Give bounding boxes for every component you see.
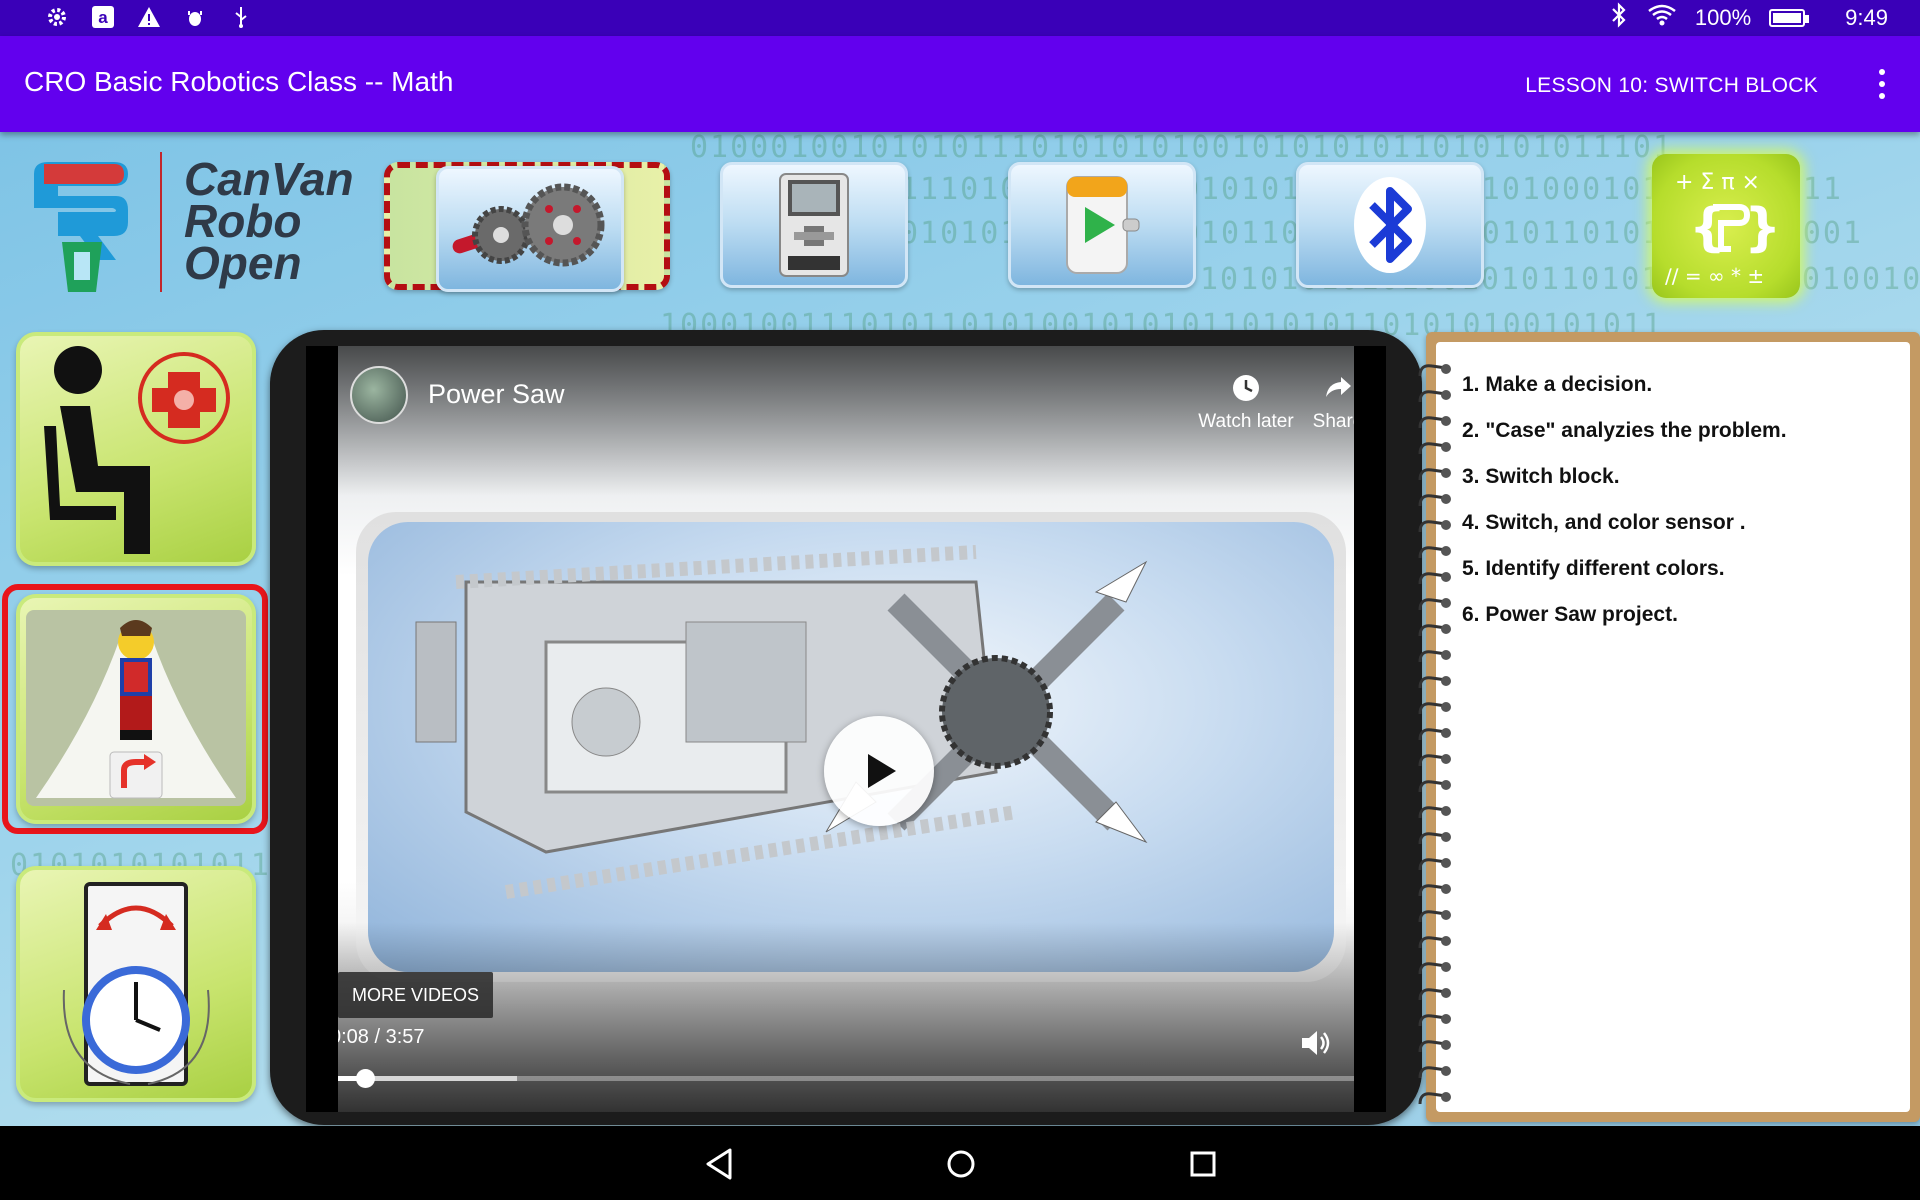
notebook-ring <box>1418 390 1451 403</box>
amazon-icon: a <box>90 5 116 31</box>
share-icon <box>1326 377 1351 397</box>
battery-percent: 100% <box>1694 5 1752 30</box>
cro-logo: CanVan Robo Open <box>16 152 366 302</box>
more-vert-icon[interactable] <box>1870 64 1894 104</box>
notebook-ring <box>1418 702 1451 715</box>
notebook-ring <box>1418 1092 1451 1105</box>
warning-icon <box>136 5 162 31</box>
notebook-ring <box>1418 676 1451 689</box>
lesson-step: 4. Switch, and color sensor . <box>1462 511 1746 534</box>
gear-icon <box>44 5 70 31</box>
app-title: CRO Basic Robotics Class -- Math <box>24 66 454 97</box>
lesson-step: 6. Power Saw project. <box>1462 603 1678 626</box>
notebook-ring <box>1418 988 1451 1001</box>
video-progress-bar[interactable] <box>338 1069 1354 1088</box>
ev3-brick-button[interactable] <box>720 162 908 288</box>
status-bar: a 100% 9:49 <box>0 0 1920 36</box>
content-area: 0100010010101011101010101001010101011010… <box>0 132 1920 1126</box>
minifig-turn-icon <box>26 610 246 806</box>
math-formula-icon: + Σ π × ∕∕ = ∞ * ± { } <box>1665 170 1781 288</box>
lesson-step: 3. Switch block. <box>1462 465 1620 488</box>
notebook-ring <box>1418 494 1451 507</box>
seated-person-icon <box>44 346 230 554</box>
share-label: Share <box>1312 411 1354 432</box>
more-videos-button[interactable]: MORE VIDEOS <box>338 972 494 1018</box>
formula-button[interactable]: + Σ π × ∕∕ = ∞ * ± { } <box>1652 154 1800 298</box>
app-bar: CRO Basic Robotics Class -- Math LESSON … <box>0 36 1920 132</box>
driver-mode-button[interactable] <box>16 332 256 566</box>
notebook-ring <box>1418 624 1451 637</box>
lesson-notebook: 1. Make a decision. 2. "Case" analyzies … <box>1418 332 1920 1122</box>
video-time: 0:08 / 3:57 <box>338 1026 425 1048</box>
play-button[interactable] <box>824 716 934 826</box>
notebook-ring <box>1418 754 1451 767</box>
notebook-ring <box>1418 1066 1451 1079</box>
back-icon[interactable] <box>700 1144 740 1184</box>
wifi-icon <box>1647 3 1677 33</box>
video-title[interactable]: Power Saw <box>428 379 565 410</box>
volume-icon[interactable] <box>1298 1026 1332 1060</box>
system-nav-bar <box>0 1126 1920 1200</box>
channel-avatar[interactable] <box>350 366 408 424</box>
notebook-ring <box>1418 598 1451 611</box>
notebook-ring <box>1418 832 1451 845</box>
play-program-icon <box>1066 176 1140 274</box>
usb-icon <box>228 5 254 31</box>
bluetooth-icon <box>1609 2 1629 34</box>
bluetooth-button[interactable] <box>1296 162 1484 288</box>
lesson-steps: 1. Make a decision. 2. "Case" analyzies … <box>1462 362 1787 638</box>
notebook-ring <box>1418 416 1451 429</box>
video-area: Power Saw Watch later Share MORE VIDEOS … <box>338 346 1354 1112</box>
notebook-ring <box>1418 650 1451 663</box>
notebook-ring <box>1418 858 1451 871</box>
cro-logo-mark <box>34 162 128 292</box>
recents-icon[interactable] <box>1183 1144 1223 1184</box>
clock-rotation-icon <box>62 882 210 1086</box>
logo-divider <box>160 152 162 292</box>
notebook-ring <box>1418 806 1451 819</box>
clockwise-rotation-button[interactable] <box>16 866 256 1102</box>
notebook-ring <box>1418 728 1451 741</box>
minifig-turn-button[interactable] <box>16 594 256 824</box>
clock: 9:49 <box>1845 5 1888 30</box>
home-icon[interactable] <box>941 1144 981 1184</box>
share-button[interactable]: Share <box>1298 373 1354 433</box>
notebook-ring <box>1418 884 1451 897</box>
bluetooth-icon <box>1354 177 1426 273</box>
lesson-step: 5. Identify different colors. <box>1462 557 1725 580</box>
notebook-ring <box>1418 442 1451 455</box>
clock-icon <box>1233 375 1259 401</box>
notebook-ring <box>1418 520 1451 533</box>
watch-later-button[interactable]: Watch later <box>1196 373 1296 433</box>
android-debug-icon <box>182 5 208 31</box>
lesson-title[interactable]: LESSON 10: SWITCH BLOCK <box>1525 74 1818 98</box>
binary-decoration: 0100010010101011101010101001010101011010… <box>690 132 1674 165</box>
gears-icon <box>452 183 605 267</box>
ev3-brick-icon <box>779 173 849 277</box>
battery-icon <box>1769 9 1810 27</box>
program-block-button[interactable] <box>1008 162 1196 288</box>
notebook-ring <box>1418 962 1451 975</box>
watch-later-label: Watch later <box>1198 411 1294 432</box>
notebook-ring <box>1418 910 1451 923</box>
notebook-ring <box>1418 780 1451 793</box>
gears-button[interactable] <box>436 166 624 292</box>
notebook-ring <box>1418 572 1451 585</box>
svg-text:∕∕ = ∞ * ±: ∕∕ = ∞ * ± <box>1665 264 1764 288</box>
notebook-ring <box>1418 1014 1451 1027</box>
logo-text: CanVan Robo Open <box>184 153 354 289</box>
svg-text:+ Σ π ×: + Σ π × <box>1675 170 1760 195</box>
video-player[interactable]: Power Saw Watch later Share MORE VIDEOS … <box>306 346 1386 1112</box>
notebook-ring <box>1418 468 1451 481</box>
notebook-ring <box>1418 936 1451 949</box>
notebook-ring <box>1418 546 1451 559</box>
svg-text:a: a <box>98 8 108 27</box>
lesson-step: 1. Make a decision. <box>1462 373 1653 396</box>
notebook-ring <box>1418 1040 1451 1053</box>
notebook-ring <box>1418 364 1451 377</box>
lesson-step: 2. "Case" analyzies the problem. <box>1462 419 1787 442</box>
